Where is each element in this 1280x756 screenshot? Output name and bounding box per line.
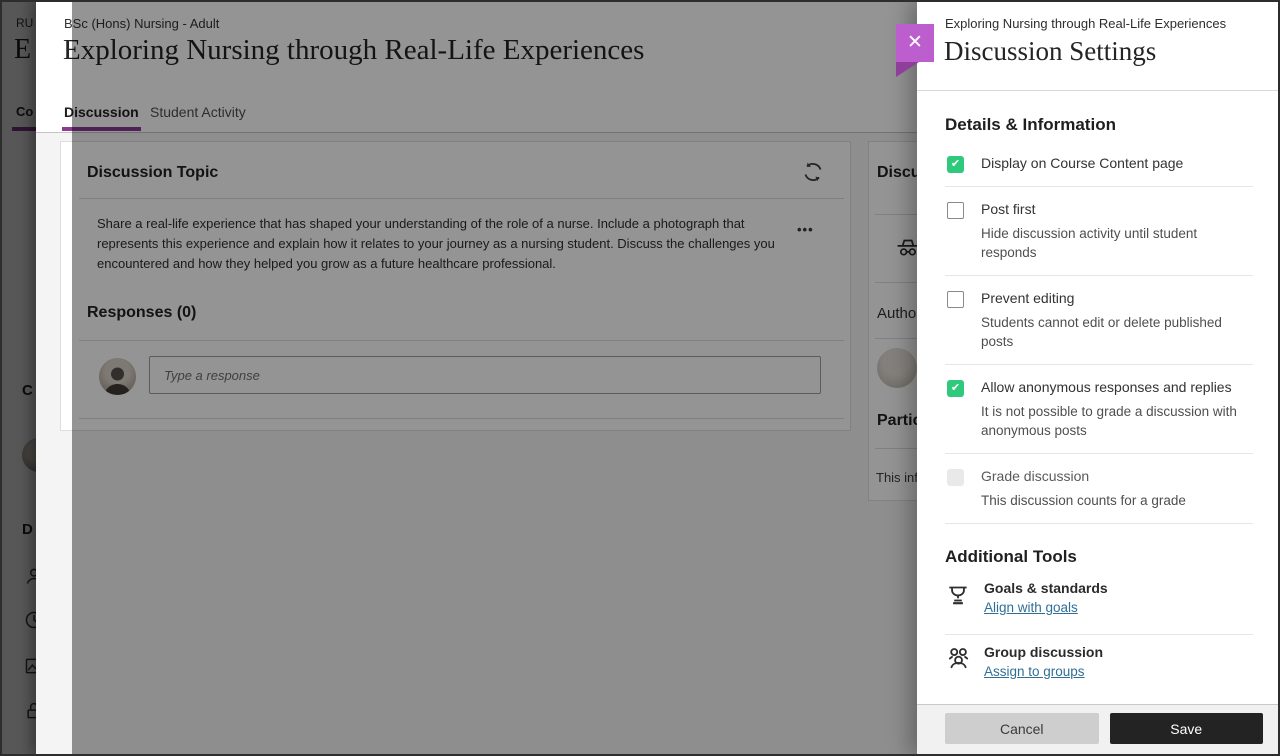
panel-footer: Cancel Save [917, 704, 1280, 756]
details-section-heading: Details & Information [945, 115, 1253, 135]
option-description: Hide discussion activity until student r… [981, 224, 1239, 262]
tool-goals-standards: Goals & standards Align with goals [945, 571, 1253, 635]
cancel-button[interactable]: Cancel [945, 713, 1099, 744]
option-display-on-course-content: ✔ Display on Course Content page [945, 141, 1253, 187]
option-label: Post first [981, 201, 1239, 217]
panel-breadcrumb: Exploring Nursing through Real-Life Expe… [945, 16, 1260, 31]
checkbox-allow-anonymous[interactable]: ✔ [947, 380, 964, 397]
close-icon[interactable]: ✕ [896, 24, 934, 62]
assign-to-groups-link[interactable]: Assign to groups [984, 664, 1085, 679]
option-description: It is not possible to grade a discussion… [981, 402, 1239, 440]
option-post-first: Post first Hide discussion activity unti… [945, 187, 1253, 276]
checkbox-prevent-editing[interactable] [947, 291, 964, 308]
tools-section-heading: Additional Tools [945, 547, 1253, 567]
option-label: Grade discussion [981, 468, 1186, 484]
checkbox-post-first[interactable] [947, 202, 964, 219]
option-allow-anonymous: ✔ Allow anonymous responses and replies … [945, 365, 1253, 454]
checkbox-grade-discussion [947, 469, 964, 486]
option-label: Display on Course Content page [981, 155, 1183, 171]
checkbox-display-on-course-content[interactable]: ✔ [947, 156, 964, 173]
option-label: Allow anonymous responses and replies [981, 379, 1239, 395]
goals-icon [945, 581, 971, 609]
tool-title: Goals & standards [984, 580, 1108, 596]
groups-icon [945, 645, 971, 673]
option-grade-discussion: Grade discussion This discussion counts … [945, 454, 1253, 524]
tool-title: Group discussion [984, 644, 1103, 660]
screen: RU E Co C D BSc (Hons) Nursing - Adult E… [0, 0, 1280, 756]
save-button[interactable]: Save [1110, 713, 1264, 744]
panel-title: Discussion Settings [944, 36, 1156, 67]
close-button-fold [896, 62, 919, 77]
option-description: Students cannot edit or delete published… [981, 313, 1239, 351]
discussion-settings-panel: ✕ Exploring Nursing through Real-Life Ex… [917, 0, 1280, 756]
align-with-goals-link[interactable]: Align with goals [984, 600, 1078, 615]
option-label: Prevent editing [981, 290, 1239, 306]
option-description: This discussion counts for a grade [981, 491, 1186, 510]
panel-body: Details & Information ✔ Display on Cours… [945, 91, 1253, 704]
option-prevent-editing: Prevent editing Students cannot edit or … [945, 276, 1253, 365]
tool-group-discussion: Group discussion Assign to groups [945, 635, 1253, 696]
